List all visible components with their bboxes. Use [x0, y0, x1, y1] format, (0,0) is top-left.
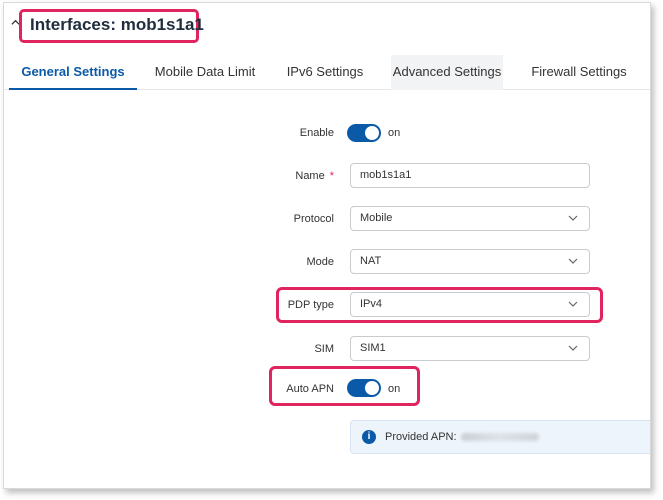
provided-apn-banner: i Provided APN:: [350, 420, 650, 454]
auto-apn-toggle[interactable]: [347, 379, 381, 397]
tab-general-settings[interactable]: General Settings: [9, 55, 137, 90]
tab-ipv6-settings[interactable]: IPv6 Settings: [280, 55, 370, 90]
required-mark: *: [329, 170, 334, 182]
tab-firewall-settings[interactable]: Firewall Settings: [524, 55, 634, 90]
tab-advanced-settings[interactable]: Advanced Settings: [391, 55, 503, 90]
pdp-type-label: PDP type: [287, 299, 334, 311]
pdp-type-value: IPv4: [360, 298, 383, 310]
sim-value: SIM1: [360, 342, 386, 354]
tab-mobile-data-limit[interactable]: Mobile Data Limit: [144, 55, 266, 90]
toggle-knob: [365, 126, 379, 140]
enable-label: Enable: [299, 127, 334, 139]
auto-apn-state: on: [388, 383, 401, 395]
chevron-down-icon: [568, 345, 578, 351]
name-input[interactable]: mob1s1a1: [350, 163, 590, 188]
auto-apn-label: Auto APN: [286, 383, 334, 395]
provided-apn-label: Provided APN:: [385, 431, 457, 443]
sim-label: SIM: [314, 343, 334, 355]
protocol-select[interactable]: Mobile: [350, 206, 590, 231]
sim-select[interactable]: SIM1: [350, 336, 590, 361]
chevron-down-icon: [568, 215, 578, 221]
mode-select[interactable]: NAT: [350, 249, 590, 274]
chevron-down-icon: [568, 258, 578, 264]
mode-label: Mode: [306, 256, 334, 268]
toggle-knob: [365, 381, 379, 395]
enable-state: on: [388, 127, 401, 139]
protocol-value: Mobile: [360, 212, 393, 224]
mode-value: NAT: [360, 255, 382, 267]
name-label: Name *: [295, 170, 334, 182]
pdp-type-select[interactable]: IPv4: [350, 292, 590, 317]
enable-toggle[interactable]: [347, 124, 381, 142]
info-icon: i: [362, 430, 376, 444]
panel-header: Interfaces: mob1s1a1: [4, 3, 650, 47]
name-label-text: Name: [295, 170, 325, 182]
provided-apn-text: Provided APN:: [385, 431, 539, 443]
page-title: Interfaces: mob1s1a1: [30, 15, 204, 34]
provided-apn-blurred-value: [460, 433, 539, 442]
chevron-down-icon: [568, 301, 578, 307]
interface-settings-panel: Interfaces: mob1s1a1 General Settings Mo…: [3, 2, 651, 489]
protocol-label: Protocol: [293, 213, 334, 225]
tab-bar: General Settings Mobile Data Limit IPv6 …: [4, 55, 650, 90]
